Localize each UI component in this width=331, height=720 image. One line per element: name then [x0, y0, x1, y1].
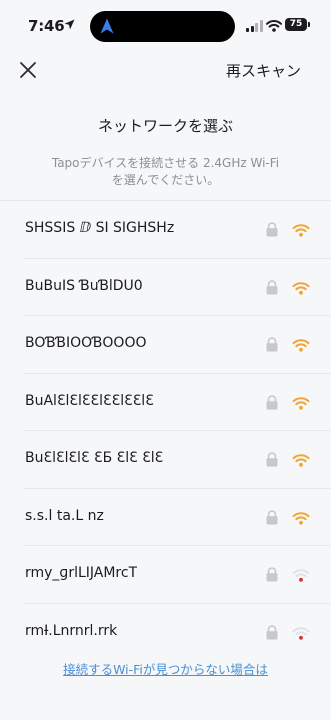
network-ssid: BuƐlƐlƐlƐ ƐƂ ƐlƐ ƐlƐ — [25, 450, 164, 466]
location-arrow-icon — [64, 19, 75, 30]
network-ssid: BuBuIS ƁuƁlDU0 — [25, 277, 143, 294]
wifi-signal-icon — [292, 452, 310, 471]
subtitle-line-1: Tapoデバイスを接続させる 2.4GHz Wi-Fi — [51, 156, 280, 170]
lock-icon — [265, 509, 279, 529]
cellular-signal-icon — [246, 20, 263, 32]
network-ssid: SHSSIS ⅅ SI SIGHSHz — [25, 220, 175, 236]
network-ssid: rmƗ.Lnrnrl.rrk — [25, 622, 118, 639]
battery-cap — [308, 22, 310, 27]
wifi-signal-icon — [292, 337, 310, 356]
wifi-signal-icon — [292, 625, 310, 644]
lock-icon — [265, 279, 279, 299]
network-ssid: BuAlƐlƐlƐƐlƐƐlƐƐlƐ — [25, 392, 154, 409]
page-subtitle: Tapoデバイスを接続させる 2.4GHz Wi-Fi を選んでください。 — [40, 155, 291, 189]
navigation-arrow-icon — [100, 18, 114, 34]
lock-icon — [265, 452, 279, 471]
battery-indicator: 75 — [285, 18, 307, 31]
wifi-signal-icon — [292, 222, 310, 241]
dynamic-island — [90, 11, 235, 42]
wifi-status-icon — [266, 19, 282, 32]
help-link[interactable]: 接続するWi-Fiが見つからない場合は — [0, 659, 331, 678]
lock-icon — [265, 394, 279, 414]
wifi-signal-icon — [292, 395, 310, 414]
network-row[interactable]: BuAlƐlƐlƐƐlƐƐlƐƐlƐ — [0, 374, 331, 432]
network-row[interactable]: rmƗ.Lnrnrl.rrk — [0, 604, 331, 662]
wifi-signal-icon — [292, 280, 310, 299]
subtitle-line-2: を選んでください。 — [111, 173, 220, 187]
lock-icon — [265, 567, 279, 586]
network-row[interactable]: s.s.l ta.L nz — [0, 489, 331, 547]
page-title: ネットワークを選ぶ — [97, 117, 233, 135]
network-ssid: rmy_ɡrlLIJAMrcT — [25, 565, 138, 581]
lock-icon — [265, 222, 279, 241]
network-row[interactable]: rmy_ɡrlLIJAMrcT — [0, 546, 331, 604]
close-icon[interactable] — [18, 60, 38, 80]
network-ssid: s.s.l ta.L nz — [25, 507, 104, 524]
network-row[interactable]: BuƐlƐlƐlƐ ƐƂ ƐlƐ ƐlƐ — [0, 431, 331, 489]
network-row[interactable]: BOƁƁIOOƁOOOO — [0, 316, 331, 374]
network-row[interactable]: SHSSIS ⅅ SI SIGHSHz — [0, 200, 331, 259]
wifi-signal-icon — [292, 567, 310, 586]
lock-icon — [265, 624, 279, 644]
network-ssid: BOƁƁIOOƁOOOO — [25, 335, 147, 351]
network-row[interactable]: BuBuIS ƁuƁlDU0 — [0, 259, 331, 317]
wifi-signal-icon — [292, 510, 310, 529]
network-list: SHSSIS ⅅ SI SIGHSHz BuBuIS ƁuƁlDU0 BOƁƁIOO… — [0, 200, 331, 661]
rescan-button[interactable]: 再スキャン — [226, 60, 301, 81]
status-bar: 7:46 75 — [0, 0, 331, 52]
lock-icon — [265, 337, 279, 356]
status-time: 7:46 — [28, 17, 65, 35]
